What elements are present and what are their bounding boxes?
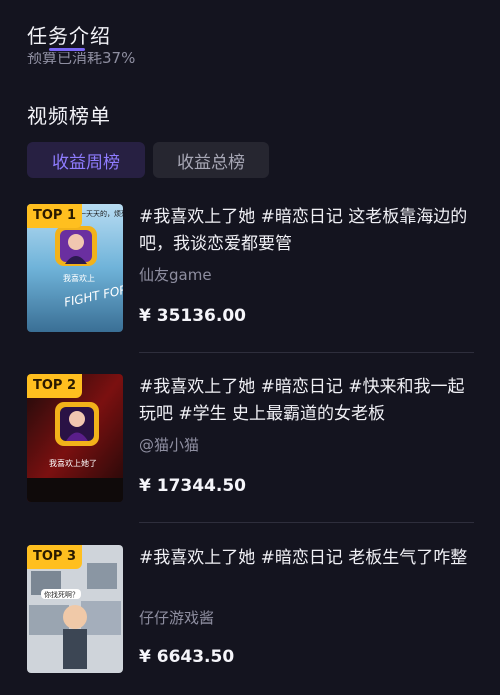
item-amount: ¥ 35136.00	[139, 306, 247, 326]
video-thumbnail[interactable]: TOP 1 一天天的，烦死了 我喜欢上 FIGHT FOR YOU RIGHT!	[27, 204, 123, 332]
thumb-caption: 你找死啊？	[44, 590, 79, 599]
rank-badge: TOP 3	[27, 545, 83, 569]
item-amount: ¥ 17344.50	[139, 476, 247, 496]
tab-task-intro[interactable]: 任务介绍	[27, 20, 111, 49]
divider	[139, 352, 474, 353]
item-author: @猫小猫	[139, 436, 200, 454]
list-item[interactable]: TOP 1 一天天的，烦死了 我喜欢上 FIGHT FOR YOU RIGHT!…	[0, 204, 500, 354]
list-item[interactable]: TOP 2 我喜欢上她了 #我喜欢上了她 #暗恋日记 #快来和我一起玩吧 #学生…	[0, 374, 500, 524]
video-thumbnail[interactable]: TOP 2 我喜欢上她了	[27, 374, 123, 502]
item-title[interactable]: #我喜欢上了她 #暗恋日记 老板生气了咋整	[139, 545, 479, 572]
thumb-caption: 我喜欢上她了	[49, 458, 97, 468]
divider	[139, 522, 474, 523]
item-author: 仙友game	[139, 266, 212, 284]
item-title[interactable]: #我喜欢上了她 #暗恋日记 这老板靠海边的吧，我谈恋爱都要管	[139, 204, 479, 258]
weekly-earnings-tab[interactable]: 收益周榜	[27, 142, 145, 178]
video-thumbnail[interactable]: TOP 3 你找死啊？	[27, 545, 123, 673]
item-amount: ¥ 6643.50	[139, 647, 235, 667]
total-earnings-tab[interactable]: 收益总榜	[153, 142, 269, 178]
rank-badge: TOP 2	[27, 374, 83, 398]
list-item[interactable]: TOP 3 你找死啊？ #我喜欢上了她 #暗恋日记 老板生气了咋整 仔仔游戏酱 …	[0, 545, 500, 695]
thumb-top-text: 一天天的，烦死了	[79, 209, 123, 218]
thumb-caption: 我喜欢上	[63, 273, 95, 283]
section-title: 视频榜单	[27, 104, 111, 128]
item-author: 仔仔游戏酱	[139, 609, 215, 627]
budget-text-cutoff: 预算已消耗37%	[27, 52, 136, 64]
active-tab-indicator	[49, 48, 85, 51]
rank-badge: TOP 1	[27, 204, 83, 228]
item-title[interactable]: #我喜欢上了她 #暗恋日记 #快来和我一起玩吧 #学生 史上最霸道的女老板	[139, 374, 479, 428]
